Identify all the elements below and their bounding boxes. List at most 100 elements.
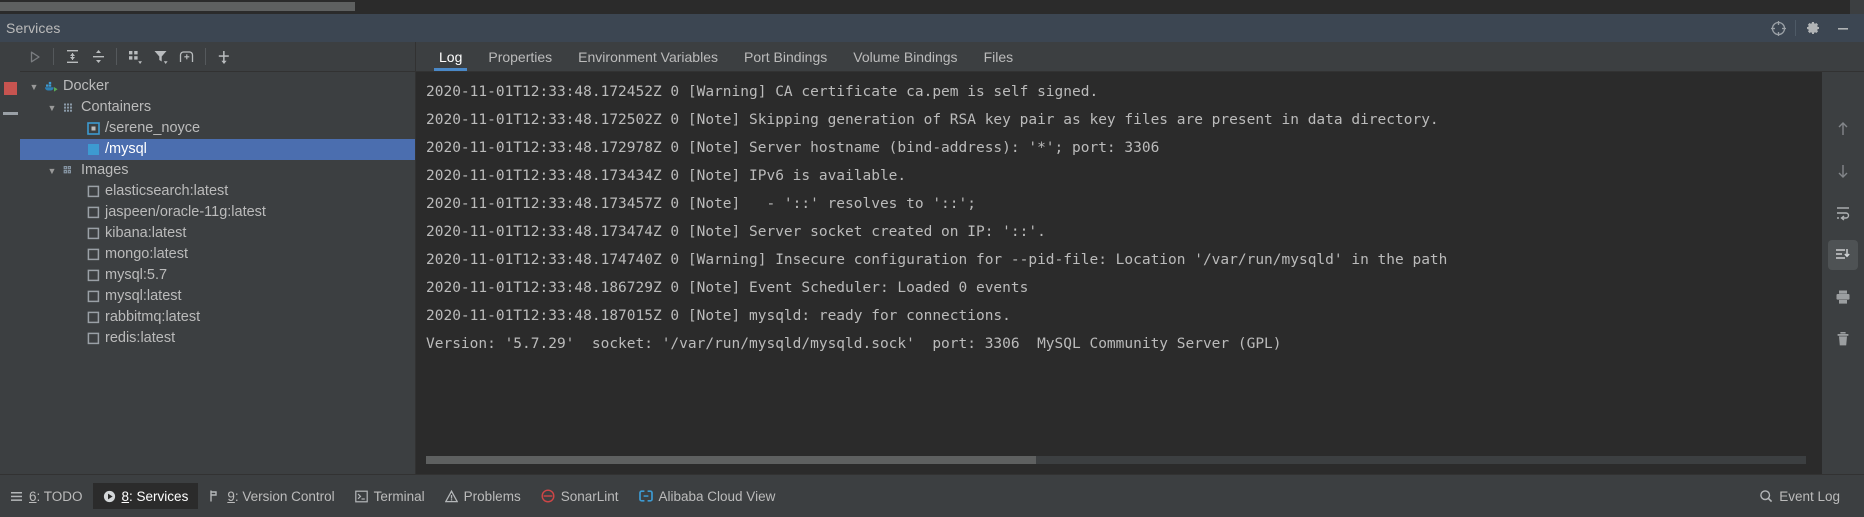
services-tree[interactable]: ▼ Docker ▼ Containers ▼ bbox=[20, 72, 415, 474]
tree-node-serene-noyce[interactable]: ▼ /serene_noyce bbox=[20, 118, 415, 139]
tree-node-image[interactable]: ▼ kibana:latest bbox=[20, 223, 415, 244]
tab-label: Properties bbox=[488, 48, 553, 65]
console-horizontal-scrollbar[interactable] bbox=[426, 456, 1806, 464]
tool-window-actions bbox=[1763, 14, 1864, 42]
locate-icon[interactable] bbox=[1763, 14, 1793, 42]
statusbar-item-problems[interactable]: Problems bbox=[435, 483, 531, 509]
console-area: 2020-11-01T12:33:48.172452Z 0 [Warning] … bbox=[416, 72, 1864, 474]
images-icon bbox=[60, 160, 78, 181]
tree-node-mysql[interactable]: ▼ /mysql bbox=[20, 139, 415, 160]
scroll-down-icon[interactable] bbox=[1828, 156, 1858, 186]
tab-label: Volume Bindings bbox=[853, 48, 958, 65]
add-service-icon[interactable] bbox=[211, 44, 237, 70]
tab-port-bindings[interactable]: Port Bindings bbox=[731, 42, 840, 71]
log-line: 2020-11-01T12:33:48.187015Z 0 [Note] mys… bbox=[426, 308, 1011, 324]
print-icon[interactable] bbox=[1828, 282, 1858, 312]
details-tab-bar: Log Properties Environment Variables Por… bbox=[416, 42, 1864, 72]
tab-environment-variables[interactable]: Environment Variables bbox=[565, 42, 731, 71]
log-line: 2020-11-01T12:33:48.172978Z 0 [Note] Ser… bbox=[426, 140, 1160, 156]
tab-label: Port Bindings bbox=[743, 48, 828, 65]
tree-node-image[interactable]: ▼ mysql:5.7 bbox=[20, 265, 415, 286]
tab-files[interactable]: Files bbox=[971, 42, 1027, 71]
expand-all-icon[interactable] bbox=[59, 44, 85, 70]
collapse-all-icon[interactable] bbox=[85, 44, 111, 70]
services-tree-pane: ▼ Docker ▼ Containers ▼ bbox=[20, 42, 416, 474]
container-running-icon bbox=[84, 139, 102, 160]
minimize-icon[interactable] bbox=[1828, 14, 1858, 42]
chevron-down-icon[interactable]: ▼ bbox=[44, 160, 60, 181]
alibaba-cloud-icon bbox=[638, 489, 653, 503]
scroll-to-end-icon[interactable] bbox=[1828, 240, 1858, 270]
statusbar-item-terminal[interactable]: Terminal bbox=[345, 483, 435, 509]
event-log-icon bbox=[1759, 489, 1773, 503]
tree-node-label: Images bbox=[81, 162, 129, 178]
toolbar-divider-2 bbox=[116, 48, 117, 65]
terminal-icon bbox=[354, 490, 368, 503]
todo-icon bbox=[10, 490, 23, 503]
log-line: 2020-11-01T12:33:48.186729Z 0 [Note] Eve… bbox=[426, 280, 1029, 296]
container-details-pane: Log Properties Environment Variables Por… bbox=[416, 42, 1864, 474]
group-by-icon[interactable] bbox=[122, 44, 148, 70]
tree-node-image[interactable]: ▼ mysql:latest bbox=[20, 286, 415, 307]
log-line: 2020-11-01T12:33:48.173474Z 0 [Note] Ser… bbox=[426, 224, 1046, 240]
tree-node-label: mongo:latest bbox=[105, 246, 189, 262]
image-icon bbox=[84, 244, 102, 265]
editor-strip-right bbox=[1850, 0, 1864, 14]
statusbar-item-sonarlint[interactable]: SonarLint bbox=[531, 483, 629, 509]
add-tab-icon[interactable] bbox=[174, 44, 200, 70]
statusbar-item-version-control[interactable]: 9: Version Control bbox=[198, 483, 344, 509]
page-title: Services bbox=[6, 20, 61, 36]
tree-node-label: jaspeen/oracle-11g:latest bbox=[105, 204, 266, 220]
chevron-down-icon[interactable]: ▼ bbox=[44, 97, 60, 118]
tree-node-docker[interactable]: ▼ Docker bbox=[20, 76, 415, 97]
tree-node-label: /mysql bbox=[105, 141, 147, 157]
tab-label: Log bbox=[439, 48, 463, 65]
log-line: Version: '5.7.29' socket: '/var/run/mysq… bbox=[426, 336, 1282, 352]
toolbar-divider-1 bbox=[53, 48, 54, 65]
scrollbar-thumb[interactable] bbox=[426, 456, 1036, 464]
hide-button[interactable] bbox=[3, 112, 18, 115]
log-line: 2020-11-01T12:33:48.173457Z 0 [Note] - '… bbox=[426, 196, 976, 212]
log-line: 2020-11-01T12:33:48.174740Z 0 [Warning] … bbox=[426, 252, 1457, 268]
tab-volume-bindings[interactable]: Volume Bindings bbox=[840, 42, 970, 71]
statusbar-item-label: SonarLint bbox=[560, 488, 619, 504]
tree-node-containers[interactable]: ▼ Containers bbox=[20, 97, 415, 118]
stop-button[interactable] bbox=[4, 82, 17, 95]
soft-wrap-icon[interactable] bbox=[1828, 198, 1858, 228]
log-console[interactable]: 2020-11-01T12:33:48.172452Z 0 [Warning] … bbox=[416, 72, 1822, 474]
event-log-label: Event Log bbox=[1779, 488, 1840, 504]
tool-window-body: ▼ Docker ▼ Containers ▼ bbox=[0, 42, 1864, 474]
bottom-tool-bar: 6: TODO 8: Services 9: Version Control T… bbox=[0, 474, 1864, 517]
statusbar-item-label: Alibaba Cloud View bbox=[658, 488, 776, 504]
image-icon bbox=[84, 328, 102, 349]
tree-node-image[interactable]: ▼ redis:latest bbox=[20, 328, 415, 349]
problems-icon bbox=[444, 489, 458, 503]
trash-icon[interactable] bbox=[1828, 324, 1858, 354]
services-icon bbox=[103, 490, 116, 503]
chevron-down-icon[interactable]: ▼ bbox=[26, 76, 42, 97]
editor-scrollbar[interactable] bbox=[0, 2, 355, 11]
run-icon[interactable] bbox=[22, 44, 48, 70]
console-action-bar bbox=[1822, 72, 1864, 474]
left-gutter bbox=[0, 42, 20, 474]
settings-gear-icon[interactable] bbox=[1798, 14, 1828, 42]
statusbar-item-alibaba-cloud-view[interactable]: Alibaba Cloud View bbox=[629, 483, 786, 509]
services-toolbar bbox=[20, 42, 415, 72]
scroll-up-icon[interactable] bbox=[1828, 114, 1858, 144]
statusbar-item-todo[interactable]: 6: TODO bbox=[0, 483, 93, 509]
filter-icon[interactable] bbox=[148, 44, 174, 70]
statusbar-item-services[interactable]: 8: Services bbox=[92, 483, 199, 509]
tree-node-image[interactable]: ▼ elasticsearch:latest bbox=[20, 181, 415, 202]
tree-node-image[interactable]: ▼ jaspeen/oracle-11g:latest bbox=[20, 202, 415, 223]
event-log-button[interactable]: Event Log bbox=[1749, 483, 1850, 509]
tree-node-images[interactable]: ▼ Images bbox=[20, 160, 415, 181]
image-icon bbox=[84, 223, 102, 244]
tree-node-image[interactable]: ▼ rabbitmq:latest bbox=[20, 307, 415, 328]
tab-properties[interactable]: Properties bbox=[475, 42, 565, 71]
log-line: 2020-11-01T12:33:48.172452Z 0 [Warning] … bbox=[426, 84, 1099, 100]
tab-log[interactable]: Log bbox=[426, 42, 475, 71]
sonarlint-icon bbox=[541, 489, 555, 503]
tree-node-image[interactable]: ▼ mongo:latest bbox=[20, 244, 415, 265]
services-tool-window: Services ▼ Docker ▼ Containers /serene_n… bbox=[0, 0, 1864, 517]
tab-label: Files bbox=[983, 48, 1014, 65]
